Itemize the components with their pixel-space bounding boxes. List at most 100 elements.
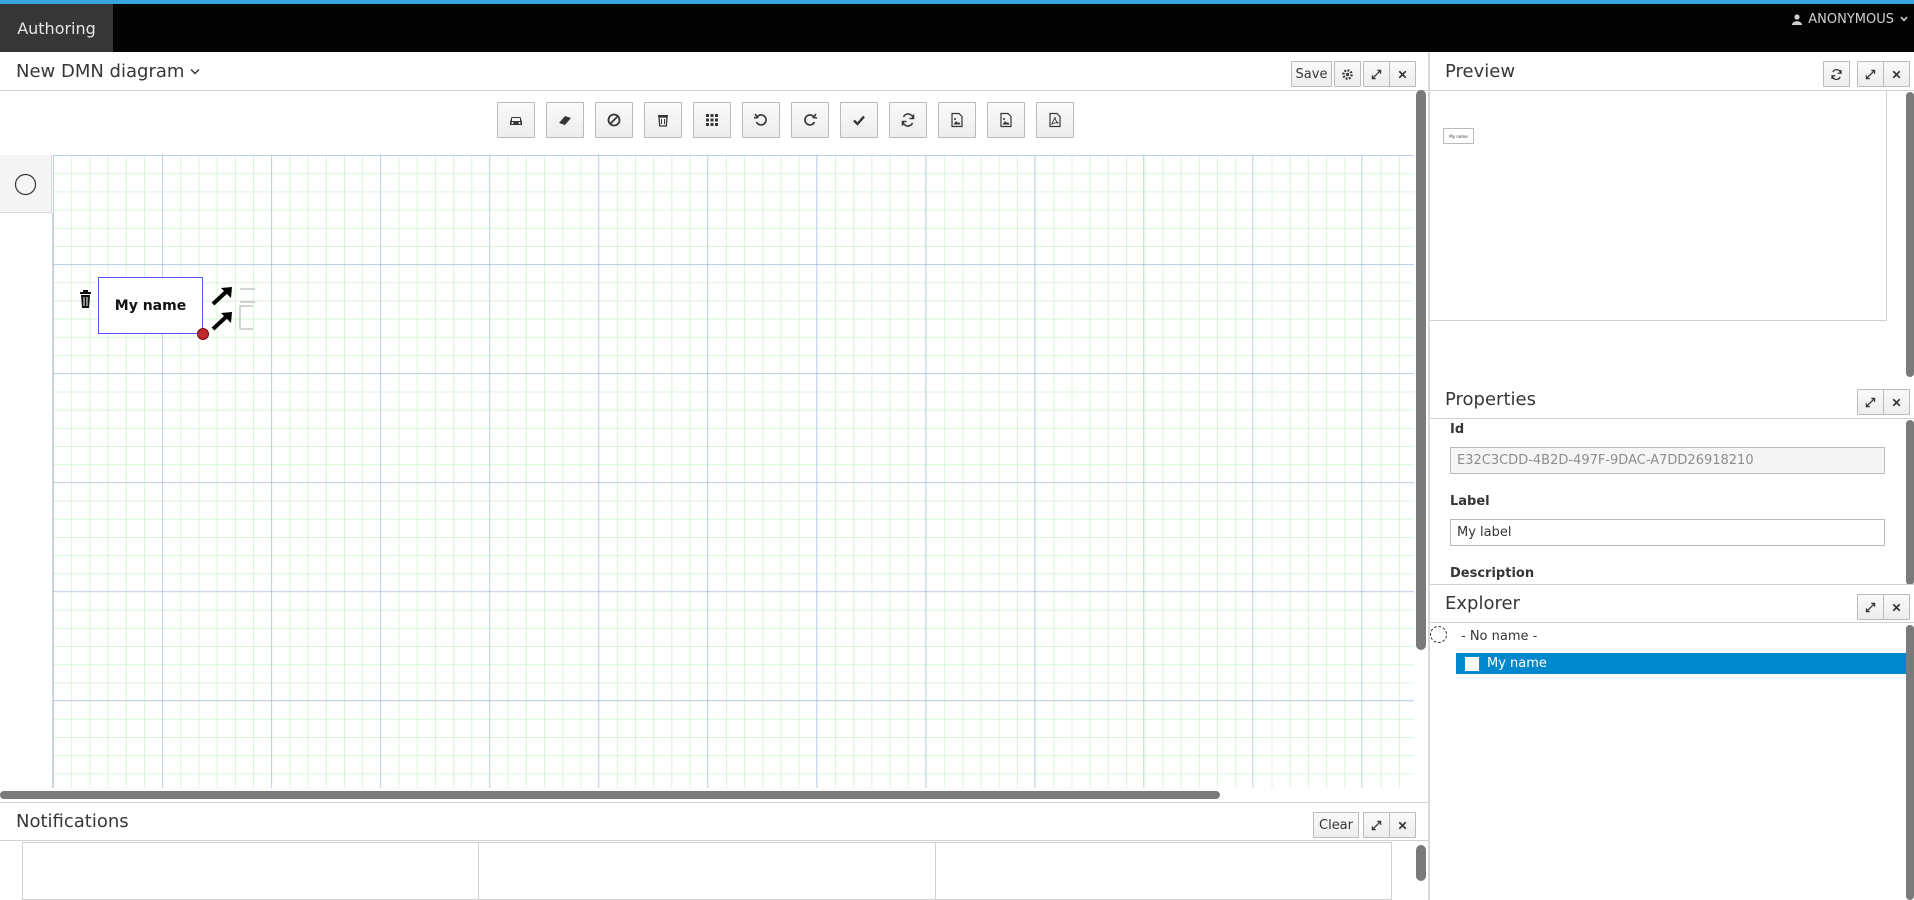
preview-header: Preview (1430, 52, 1914, 91)
close-icon (1892, 398, 1901, 406)
maximize-button[interactable] (1857, 389, 1884, 415)
export-jpg-icon (1000, 112, 1012, 128)
redo-button[interactable] (791, 102, 829, 138)
gear-icon (1342, 68, 1353, 80)
id-label: Id (1450, 422, 1465, 437)
maximize-button[interactable] (1857, 594, 1884, 620)
clear-button[interactable]: Clear (1313, 812, 1359, 838)
eraser-icon (559, 116, 571, 125)
undo-button[interactable] (742, 102, 780, 138)
editor-horizontal-scrollbar[interactable] (0, 791, 1220, 799)
nav-tab-authoring[interactable]: Authoring (0, 4, 113, 52)
check-icon (853, 115, 865, 126)
close-icon (1892, 603, 1901, 611)
notifications-scrollbar[interactable] (1416, 845, 1426, 881)
user-name: ANONYMOUS (1808, 11, 1894, 27)
export-png-button[interactable] (938, 102, 976, 138)
table-column (23, 843, 480, 899)
preview-node: My name (1443, 128, 1474, 144)
expand-icon (1865, 602, 1876, 612)
redo-icon (804, 113, 818, 126)
export-pdf-icon (1049, 112, 1061, 128)
validate-button[interactable] (840, 102, 878, 138)
explorer-title: Explorer (1445, 593, 1520, 614)
close-button[interactable] (1389, 61, 1416, 87)
settings-button[interactable] (1334, 61, 1361, 87)
explorer-header: Explorer (1430, 584, 1914, 623)
table-column (479, 843, 936, 899)
diagram-root-icon (1430, 626, 1447, 643)
decision-shape-icon[interactable] (14, 173, 37, 196)
save-button[interactable]: Save (1291, 61, 1332, 87)
expand-icon (1865, 397, 1876, 407)
top-navbar: Authoring ANONYMOUS (0, 0, 1914, 52)
close-button[interactable] (1883, 594, 1910, 620)
chevron-down-icon (190, 68, 200, 75)
id-field[interactable]: E32C3CDD-4B2D-497F-9DAC-A7DD26918210 (1450, 447, 1885, 474)
description-label: Description (1450, 566, 1535, 581)
maximize-button[interactable] (1857, 61, 1884, 87)
delete-node-icon[interactable] (78, 290, 93, 309)
trash-icon (658, 115, 668, 127)
preview-scrollbar[interactable] (1906, 92, 1914, 377)
preview-title: Preview (1445, 60, 1516, 82)
editor-vertical-scrollbar[interactable] (1416, 90, 1426, 650)
diagram-toolbar (497, 102, 1074, 138)
tree-root-item[interactable]: - No name - (1461, 629, 1537, 644)
clear-states-button[interactable] (595, 102, 633, 138)
preview-canvas (1430, 91, 1887, 321)
tree-item-label: My name (1487, 656, 1547, 671)
editor-header: New DMN diagram Save (0, 52, 1428, 91)
close-icon (1398, 821, 1407, 829)
close-button[interactable] (1389, 812, 1416, 838)
grid-icon (706, 114, 718, 126)
close-button[interactable] (1883, 389, 1910, 415)
toggle-grid-button[interactable] (693, 102, 731, 138)
label-field[interactable]: My label (1450, 519, 1885, 546)
maximize-button[interactable] (1363, 61, 1390, 87)
properties-title: Properties (1445, 388, 1536, 410)
chevron-down-icon (1900, 16, 1908, 22)
diagram-title-dropdown[interactable]: New DMN diagram (16, 61, 200, 82)
resize-handle[interactable] (197, 328, 209, 340)
maximize-button[interactable] (1363, 812, 1390, 838)
properties-scrollbar[interactable] (1906, 420, 1914, 585)
diagram-node[interactable]: My name (98, 277, 203, 334)
explorer-scrollbar[interactable] (1906, 625, 1914, 900)
notifications-title: Notifications (16, 811, 129, 832)
connector-arrow-icon[interactable] (211, 311, 235, 331)
properties-header: Properties (1430, 380, 1914, 419)
node-label: My name (114, 297, 187, 314)
diagram-title: New DMN diagram (16, 60, 185, 82)
tree-item-selected[interactable]: My name (1456, 653, 1908, 674)
expand-icon (1865, 69, 1876, 79)
user-icon (1792, 13, 1803, 25)
close-button[interactable] (1883, 61, 1910, 87)
user-menu[interactable]: ANONYMOUS (1792, 4, 1908, 34)
close-icon (1398, 70, 1407, 78)
refresh-icon (901, 113, 915, 127)
expand-icon (1371, 820, 1382, 830)
table-column (936, 843, 1391, 899)
shape-palette (0, 155, 52, 213)
export-png-icon (951, 112, 963, 128)
close-icon (1892, 70, 1901, 78)
export-jpg-button[interactable] (987, 102, 1025, 138)
connector-arrow-icon[interactable] (211, 286, 235, 306)
text-annotation-icon[interactable] (237, 288, 257, 332)
notifications-table (22, 842, 1392, 900)
clear-shapes-button[interactable] (546, 102, 584, 138)
notifications-header: Notifications Clear (0, 802, 1428, 841)
export-pdf-button[interactable] (1036, 102, 1074, 138)
refresh-preview-button[interactable] (1823, 61, 1850, 87)
visit-graph-button[interactable] (497, 102, 535, 138)
label-label: Label (1450, 494, 1490, 509)
delete-selection-button[interactable] (644, 102, 682, 138)
refresh-button[interactable] (889, 102, 927, 138)
ban-icon (607, 113, 621, 127)
expand-icon (1371, 69, 1382, 79)
diagram-canvas[interactable] (53, 155, 1414, 788)
refresh-icon (1831, 68, 1842, 80)
node-type-icon (1465, 656, 1479, 671)
car-icon (510, 117, 522, 125)
